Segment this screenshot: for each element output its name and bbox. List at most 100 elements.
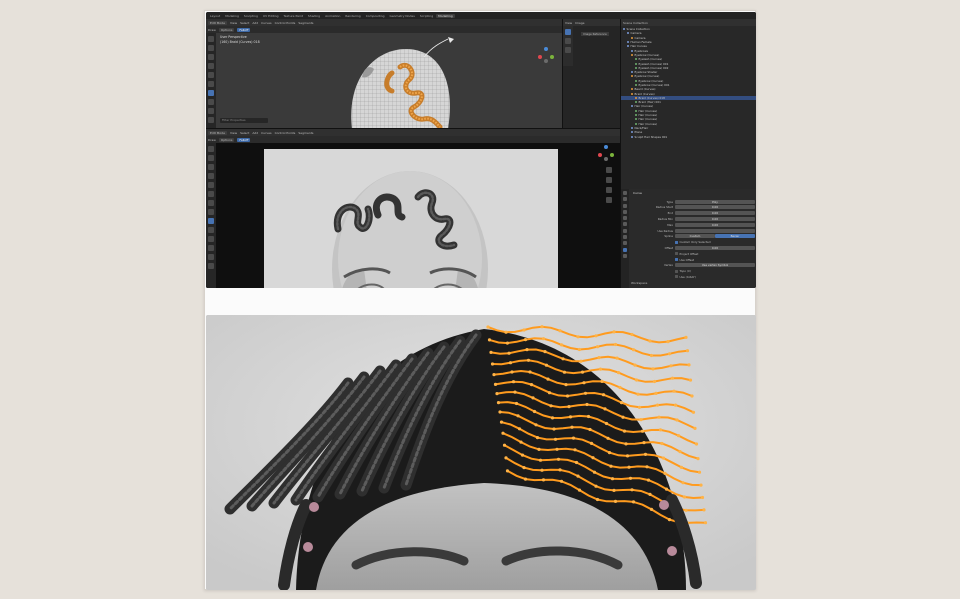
- menu-select[interactable]: Select: [240, 21, 249, 25]
- workspace-tab[interactable]: Compositing: [364, 14, 387, 18]
- bottom-3d-viewport[interactable]: Edit Mode View Select Add Curves Control…: [206, 128, 620, 288]
- mode-dropdown-2[interactable]: Edit Mode: [208, 130, 227, 135]
- checkbox[interactable]: [675, 240, 678, 244]
- workspace-tab[interactable]: Rendering: [343, 14, 362, 18]
- menu-add-2[interactable]: Add: [252, 131, 258, 135]
- properties-footer[interactable]: Workspace: [631, 281, 647, 285]
- navigation-gizmo[interactable]: [538, 47, 554, 63]
- pan-icon[interactable]: [606, 177, 612, 183]
- outliner-item-label: Sculpt Hair Shapes 001: [634, 134, 668, 139]
- image-menu-view[interactable]: View: [565, 21, 572, 25]
- transform-tool-icon-2[interactable]: [208, 191, 214, 197]
- image-cursor-icon[interactable]: [565, 38, 571, 44]
- physics-tab-icon[interactable]: [623, 235, 627, 240]
- measure-tool-icon[interactable]: [208, 108, 214, 114]
- menu-control-points-2[interactable]: Control Points: [275, 131, 296, 135]
- select-tool-icon-2[interactable]: [208, 146, 214, 152]
- annotate-tool-icon[interactable]: [208, 99, 214, 105]
- pen-tool-icon-2[interactable]: [208, 227, 214, 233]
- perspective-icon[interactable]: [606, 197, 612, 203]
- image-menu-image[interactable]: Image: [575, 21, 584, 25]
- menu-control-points[interactable]: Control Points: [275, 21, 296, 25]
- properties-editor[interactable]: Curve Type Poly Radius Start 0.00 End 0.00 Rad…: [620, 189, 756, 288]
- menu-curves[interactable]: Curves: [261, 21, 271, 25]
- falloff-dropdown[interactable]: Falloff: [237, 27, 251, 32]
- smooth-tool-icon-2[interactable]: [208, 245, 214, 251]
- image-editor[interactable]: View Image Image Reference: [562, 19, 620, 128]
- cursor-tool-icon[interactable]: [208, 45, 214, 51]
- rotate-tool-icon-2[interactable]: [208, 173, 214, 179]
- annotate-tool-icon-2[interactable]: [208, 200, 214, 206]
- scale-tool-icon[interactable]: [208, 72, 214, 78]
- property-field[interactable]: Use vertex Symbol: [675, 263, 755, 268]
- image-move-icon[interactable]: [565, 47, 571, 53]
- navigation-gizmo-2[interactable]: [598, 145, 614, 161]
- property-field[interactable]: 0.00: [675, 222, 755, 227]
- workspace-tab[interactable]: Animation: [323, 14, 342, 18]
- select-tool-icon[interactable]: [208, 36, 214, 42]
- rotate-tool-icon[interactable]: [208, 63, 214, 69]
- measure-tool-icon-2[interactable]: [208, 209, 214, 215]
- options-dropdown[interactable]: Options: [218, 27, 235, 32]
- filter-field[interactable]: Filter Properties: [220, 118, 268, 123]
- workspace-tab[interactable]: Modelling: [436, 13, 455, 18]
- comb-tool-icon-2[interactable]: [208, 236, 214, 242]
- pen-tool-icon[interactable]: [208, 117, 214, 123]
- menu-view-2[interactable]: View: [230, 131, 237, 135]
- workspace-tab[interactable]: Layout: [208, 14, 222, 18]
- mode-dropdown[interactable]: Edit Mode: [208, 20, 227, 25]
- checkbox[interactable]: [675, 252, 678, 256]
- property-field[interactable]: 0.00: [675, 216, 755, 221]
- object-tab-icon[interactable]: [623, 222, 627, 227]
- property-field[interactable]: Custom: [675, 234, 715, 239]
- menu-view[interactable]: View: [230, 21, 237, 25]
- property-field[interactable]: 0.00: [675, 245, 755, 250]
- property-field[interactable]: Poly: [675, 199, 755, 204]
- zoom-icon[interactable]: [606, 167, 612, 173]
- property-field[interactable]: 0.00: [675, 205, 755, 210]
- tool-tab-icon[interactable]: [623, 191, 627, 195]
- workspace-tab[interactable]: Shading: [306, 14, 322, 18]
- menu-select-2[interactable]: Select: [240, 131, 249, 135]
- outliner-item[interactable]: Sculpt Hair Shapes 001: [621, 134, 756, 139]
- image-select-icon[interactable]: [565, 29, 571, 35]
- scale-tool-icon-2[interactable]: [208, 182, 214, 188]
- material-tab-icon[interactable]: [623, 253, 627, 258]
- scene-tab-icon[interactable]: [623, 209, 627, 214]
- falloff-dropdown-2[interactable]: Falloff: [237, 137, 251, 142]
- world-tab-icon[interactable]: [623, 216, 627, 221]
- workspace-tab[interactable]: Sculpting: [242, 14, 260, 18]
- density-tool-icon-2[interactable]: [208, 254, 214, 260]
- modifier-tab-icon[interactable]: [623, 228, 627, 233]
- workspace-tab[interactable]: Modeling: [223, 14, 241, 18]
- options-dropdown-2[interactable]: Options: [218, 137, 235, 142]
- property-field-active[interactable]: Bezier: [715, 234, 755, 239]
- property-field[interactable]: 0.00: [675, 211, 755, 216]
- workspace-tab[interactable]: Scripting: [418, 14, 435, 18]
- move-tool-icon-2[interactable]: [208, 164, 214, 170]
- move-tool-icon[interactable]: [208, 54, 214, 60]
- top-3d-viewport[interactable]: Edit Mode View Select Add Curves Control…: [206, 19, 562, 128]
- menu-segments[interactable]: Segments: [298, 21, 313, 25]
- camera-view-icon[interactable]: [606, 187, 612, 193]
- data-tab-icon[interactable]: [623, 247, 627, 252]
- draw-tool-icon-2[interactable]: [208, 218, 214, 224]
- workspace-tab[interactable]: Geometry Nodes: [388, 14, 417, 18]
- checkbox[interactable]: [675, 269, 678, 273]
- sphere-tool-icon-2[interactable]: [208, 263, 214, 269]
- render-tab-icon[interactable]: [623, 197, 627, 202]
- constraints-tab-icon[interactable]: [623, 241, 627, 246]
- checkbox[interactable]: [675, 275, 678, 279]
- checkbox[interactable]: [675, 258, 678, 261]
- output-tab-icon[interactable]: [623, 203, 627, 208]
- draw-tool-icon[interactable]: [208, 90, 214, 96]
- menu-curves-2[interactable]: Curves: [261, 131, 271, 135]
- transform-tool-icon[interactable]: [208, 81, 214, 87]
- workspace-tab[interactable]: UV Editing: [261, 14, 281, 18]
- cursor-tool-icon-2[interactable]: [208, 155, 214, 161]
- outliner[interactable]: Scene Collection Scene Collection Camera C…: [620, 19, 756, 189]
- workspace-tab[interactable]: Texture Paint: [282, 14, 305, 18]
- property-field[interactable]: [675, 228, 755, 233]
- menu-segments-2[interactable]: Segments: [298, 131, 313, 135]
- menu-add[interactable]: Add: [252, 21, 258, 25]
